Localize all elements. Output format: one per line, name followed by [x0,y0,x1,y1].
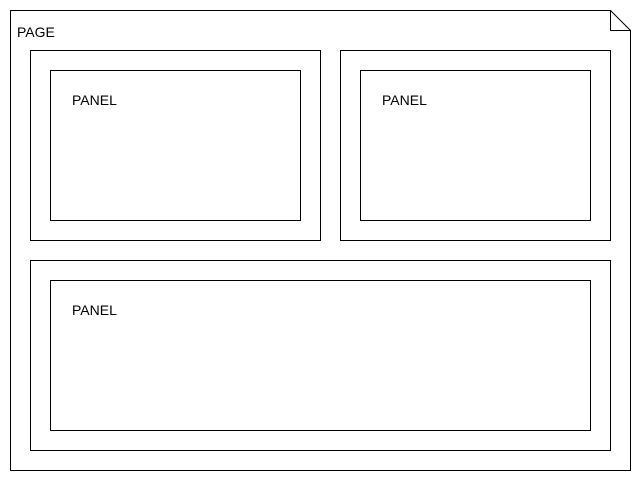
panel-label: PANEL [382,92,427,108]
panel-top-right: PANEL [360,70,591,221]
page-label: PAGE [17,24,55,40]
panel-label: PANEL [72,302,117,318]
panel-bottom: PANEL [50,280,591,431]
panel-top-left: PANEL [50,70,301,221]
panel-label: PANEL [72,92,117,108]
